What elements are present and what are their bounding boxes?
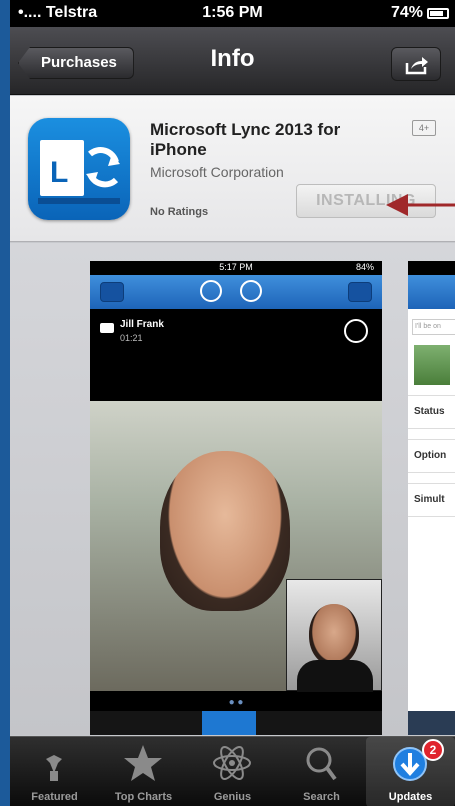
- video-feed: [90, 401, 382, 692]
- tab-search[interactable]: Search: [277, 737, 366, 806]
- lync-app-icon: L: [28, 118, 130, 220]
- status-bar: •.... Telstra 1:56 PM 74%: [10, 0, 455, 27]
- screenshot2-footer: [408, 711, 455, 735]
- featured-icon: [36, 749, 72, 781]
- svg-text:L: L: [50, 156, 68, 189]
- chat-icon: [100, 282, 124, 302]
- search-icon: [306, 747, 337, 781]
- app-screenshot-status: I'll be on Status Option Simult: [408, 261, 455, 735]
- battery-icon: [427, 8, 449, 19]
- screen: •.... Telstra 1:56 PM 74% Purchases Info…: [10, 0, 455, 806]
- device-frame: [0, 0, 10, 806]
- screenshot2-status-bar: [408, 261, 455, 275]
- developer-name[interactable]: Microsoft Corporation: [150, 164, 284, 180]
- caller-name: Jill Frank: [120, 319, 164, 330]
- simultaneous-row: Simult: [408, 483, 455, 517]
- app-info-panel: L Microsoft Lync 2013 for iPhone Microso…: [10, 96, 455, 242]
- age-rating-badge: 4+: [412, 120, 436, 136]
- app-screenshot-call: 5:17 PM 84% Jill Frank 01:21 ● ●: [90, 261, 382, 735]
- screenshot-status-bar: 5:17 PM 84%: [90, 261, 382, 275]
- tab-label: Featured: [31, 791, 78, 803]
- share-icon: [405, 57, 428, 75]
- self-body: [297, 660, 373, 692]
- share-button[interactable]: [391, 47, 441, 81]
- caller-video-image: [160, 451, 290, 611]
- updates-badge: 2: [422, 739, 444, 761]
- screenshot-carousel[interactable]: 5:17 PM 84% Jill Frank 01:21 ● ● I'll be…: [10, 243, 455, 735]
- profile-photo: [414, 345, 450, 385]
- share-icon: [348, 282, 372, 302]
- note-field: I'll be on: [412, 319, 455, 335]
- tab-label: Top Charts: [114, 791, 173, 803]
- clock: 1:56 PM: [202, 4, 263, 21]
- ratings-label: No Ratings: [150, 206, 209, 218]
- call-duration: 01:21: [120, 333, 143, 343]
- page-dots: ● ●: [228, 697, 244, 708]
- microphone-icon: [344, 319, 368, 343]
- status-row: Status: [408, 395, 455, 429]
- tab-featured[interactable]: Featured: [10, 737, 99, 806]
- tab-label: Genius: [213, 791, 252, 803]
- tab-top-charts[interactable]: Top Charts: [99, 737, 188, 806]
- star-icon: [124, 745, 162, 781]
- screenshot-toolbar: [90, 275, 382, 309]
- screenshot2-toolbar: [408, 275, 455, 309]
- stop-icon: [200, 280, 222, 302]
- phone-icon: [240, 280, 262, 302]
- self-face: [309, 604, 359, 666]
- tab-bar: Featured Top Charts Genius Search 2 Upda…: [10, 736, 455, 806]
- speaker-icon: [202, 711, 256, 735]
- video-camera-icon: [100, 323, 114, 333]
- tab-label: Search: [303, 791, 340, 803]
- call-controls-bar: [90, 711, 382, 735]
- page-title: Info: [210, 45, 255, 72]
- annotation-arrow-icon: [386, 194, 455, 216]
- screenshot-time: 5:17 PM: [219, 262, 253, 272]
- screenshot-battery: 84%: [355, 262, 374, 272]
- tab-updates[interactable]: 2 Updates: [366, 737, 455, 806]
- atom-icon: [213, 746, 251, 780]
- tab-label: Updates: [388, 791, 433, 803]
- navigation-bar: Purchases Info: [10, 27, 455, 95]
- battery-percent: 74%: [390, 4, 423, 21]
- self-view-video: [286, 579, 382, 692]
- app-name: Microsoft Lync 2013 for iPhone: [150, 120, 341, 159]
- options-row: Option: [408, 439, 455, 473]
- tab-genius[interactable]: Genius: [188, 737, 277, 806]
